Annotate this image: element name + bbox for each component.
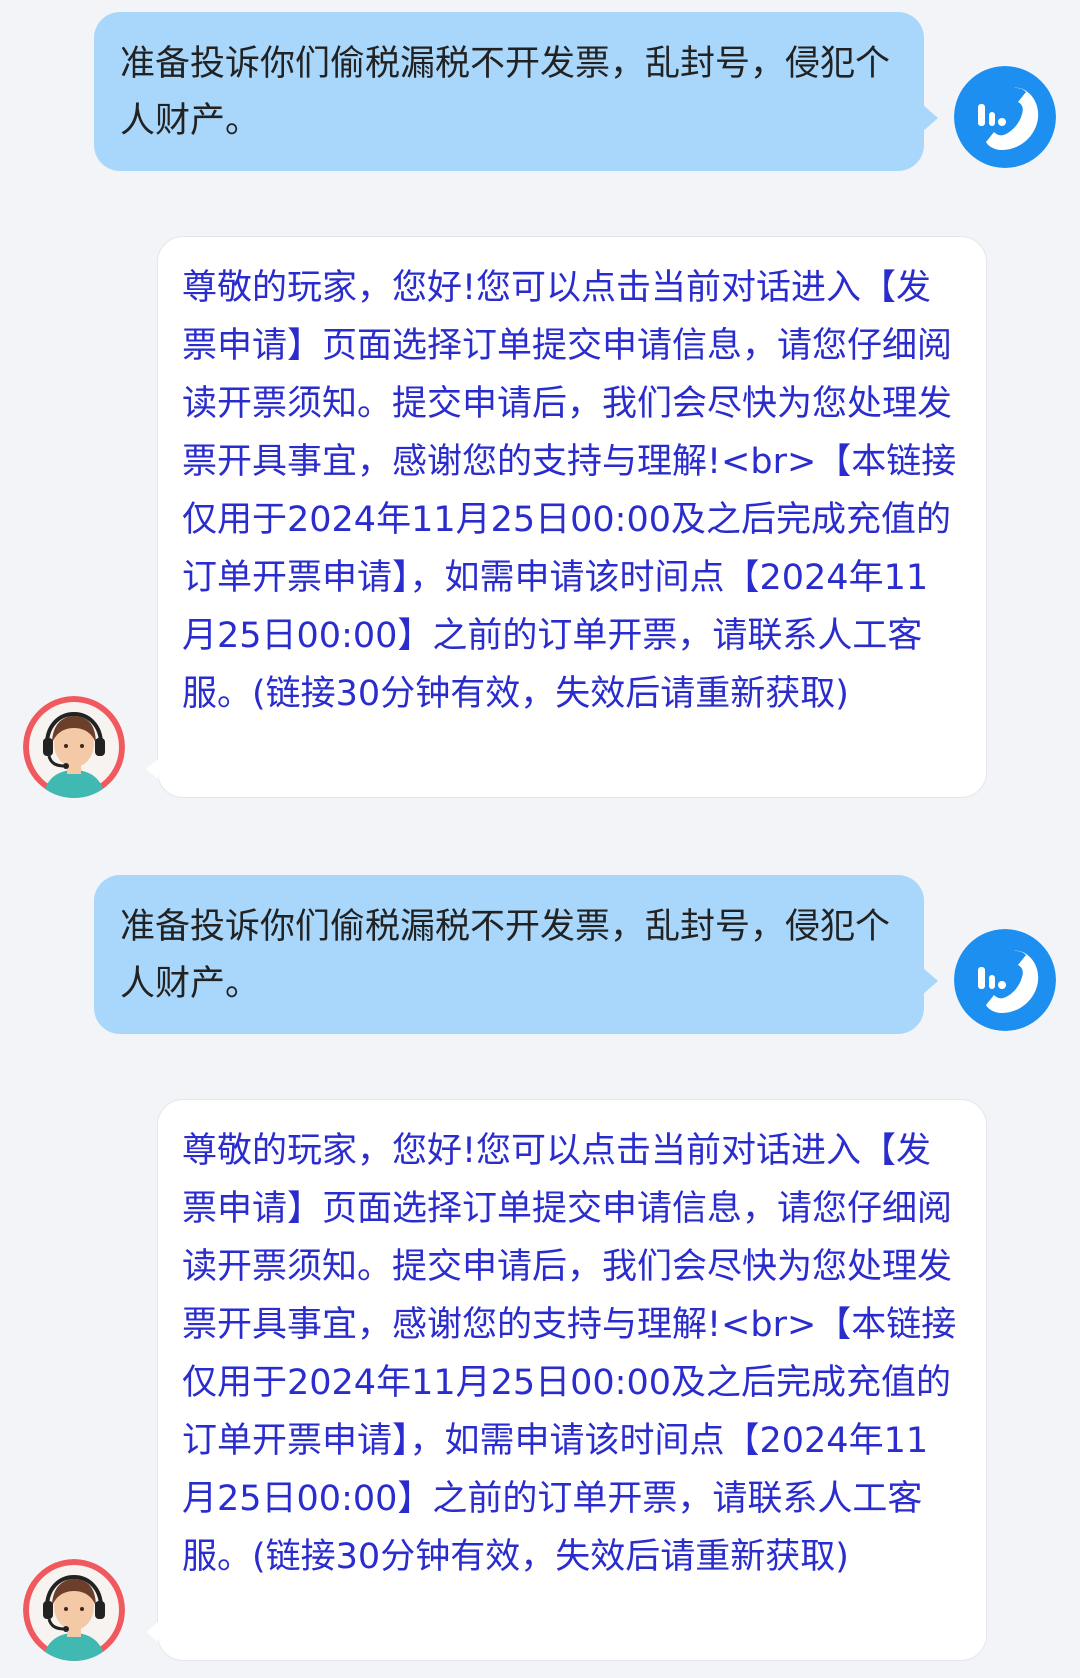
- agent-message-bubble[interactable]: 尊敬的玩家，您好!您可以点击当前对话进入【发票申请】页面选择订单提交申请信息，请…: [146, 1099, 987, 1661]
- chat-message-agent: 尊敬的玩家，您好!您可以点击当前对话进入【发票申请】页面选择订单提交申请信息，请…: [0, 1043, 1080, 1673]
- phone-app-icon: [954, 66, 1056, 168]
- chat-message-user: 准备投诉你们偷税漏税不开发票，乱封号，侵犯个人财产。: [0, 863, 1080, 1043]
- user-message-bubble[interactable]: 准备投诉你们偷税漏税不开发票，乱封号，侵犯个人财产。: [94, 875, 938, 1034]
- agent-message-bubble[interactable]: 尊敬的玩家，您好!您可以点击当前对话进入【发票申请】页面选择订单提交申请信息，请…: [146, 236, 987, 798]
- chat-message-user: 准备投诉你们偷税漏税不开发票，乱封号，侵犯个人财产。: [0, 0, 1080, 180]
- customer-service-agent-icon: [23, 1559, 125, 1661]
- user-message-bubble[interactable]: 准备投诉你们偷税漏税不开发票，乱封号，侵犯个人财产。: [94, 12, 938, 171]
- customer-service-agent-icon: [23, 696, 125, 798]
- phone-app-icon: [954, 929, 1056, 1031]
- chat-message-agent: 尊敬的玩家，您好!您可以点击当前对话进入【发票申请】页面选择订单提交申请信息，请…: [0, 180, 1080, 810]
